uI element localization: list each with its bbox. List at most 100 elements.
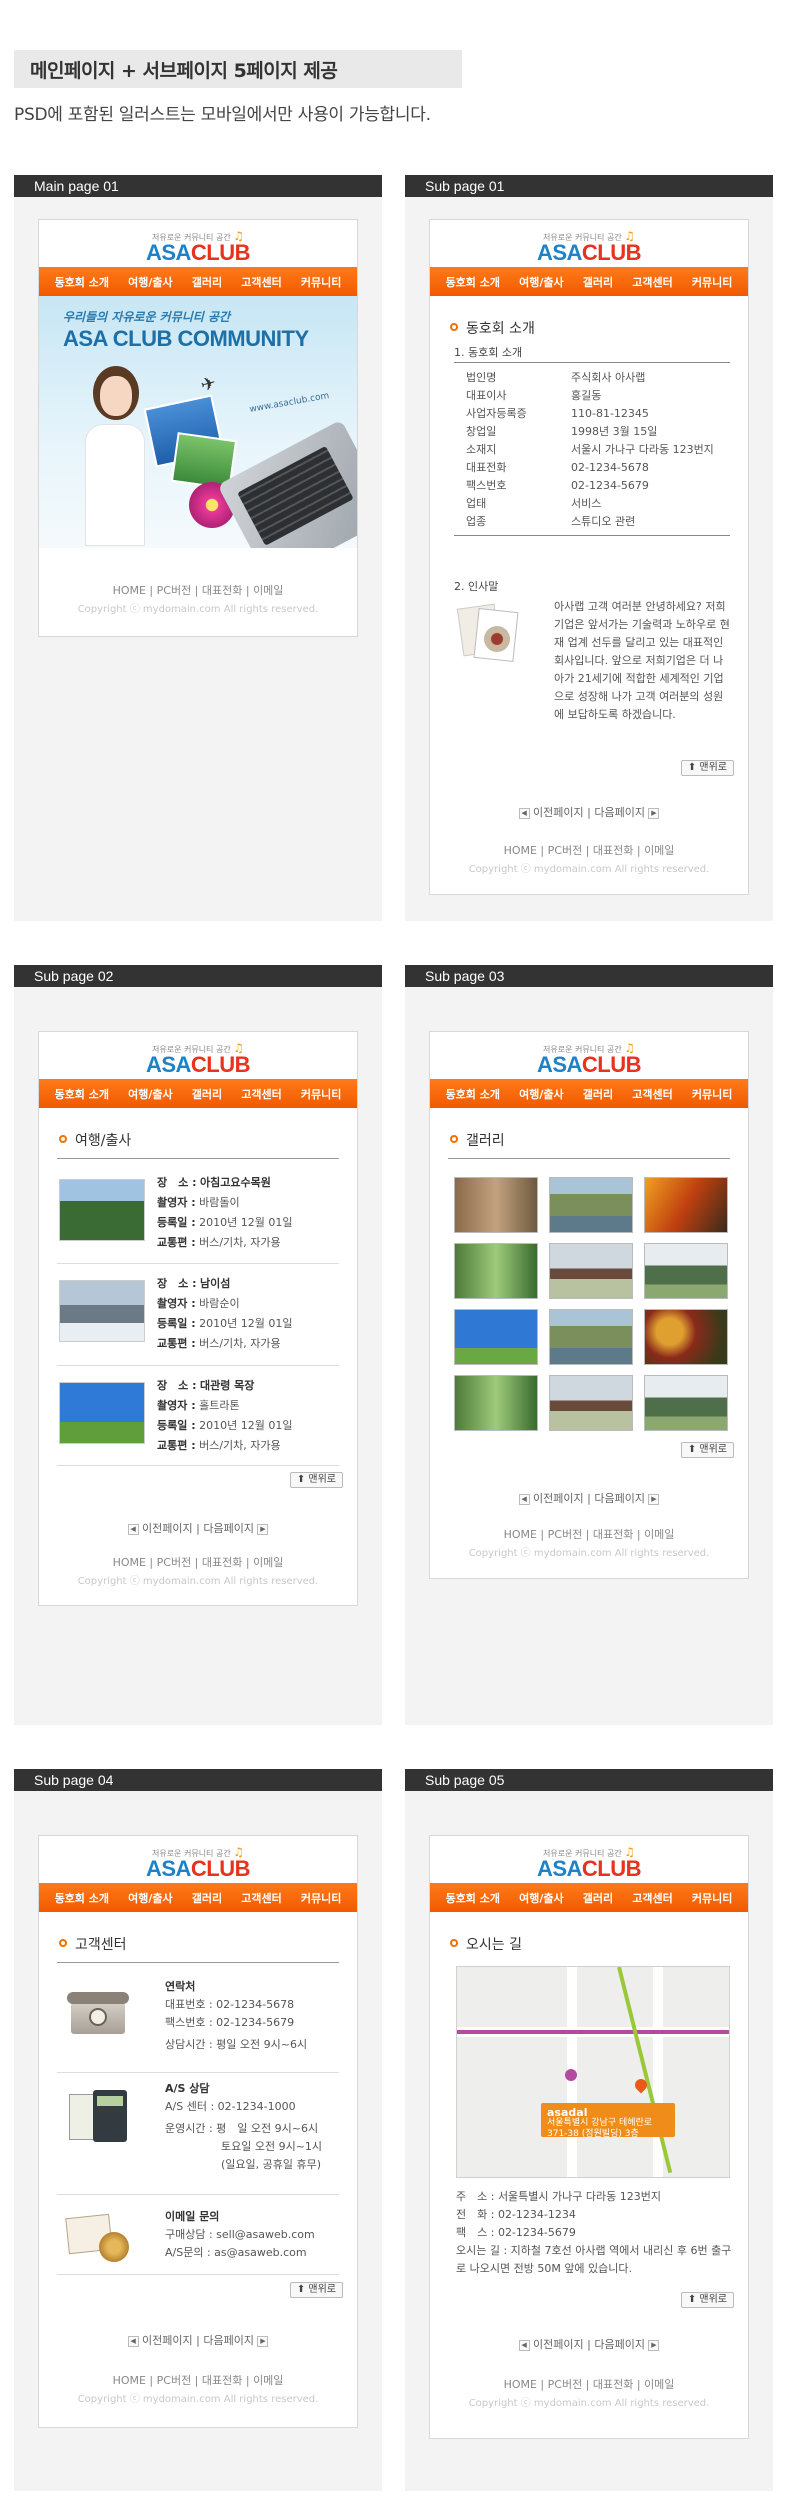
travel-photo[interactable]	[59, 1382, 145, 1444]
gallery-thumb[interactable]	[454, 1309, 538, 1365]
nav-item-support[interactable]: 고객센터	[241, 1890, 281, 1906]
prev-page-link[interactable]: 이전페이지	[533, 1492, 584, 1505]
nav-item-club-intro[interactable]: 동호회 소개	[55, 1086, 109, 1102]
nav-item-travel[interactable]: 여행/출사	[519, 274, 564, 290]
nav-item-community[interactable]: 커뮤니티	[692, 1890, 732, 1906]
gallery-thumb[interactable]	[549, 1243, 633, 1299]
list-item[interactable]: 장 소 : 대관령 목장 촬영자 : 홀트라톤 등록일 : 2010년 12월 …	[157, 1376, 292, 1456]
logo[interactable]: ASACLUB	[430, 240, 748, 266]
next-page-link[interactable]: 다음페이지	[594, 806, 645, 819]
prev-arrow-icon[interactable]: ◀	[518, 2339, 530, 2351]
nav-item-support[interactable]: 고객센터	[632, 274, 672, 290]
gallery-thumb[interactable]	[549, 1375, 633, 1431]
nav-item-support[interactable]: 고객센터	[632, 1890, 672, 1906]
nav-item-club-intro[interactable]: 동호회 소개	[446, 274, 500, 290]
nav-item-club-intro[interactable]: 동호회 소개	[55, 274, 109, 290]
gallery-thumb[interactable]	[549, 1177, 633, 1233]
prev-arrow-icon[interactable]: ◀	[518, 1493, 530, 1505]
nav-item-gallery[interactable]: 갤러리	[583, 274, 613, 290]
nav-item-gallery[interactable]: 갤러리	[192, 274, 222, 290]
nav-item-community[interactable]: 커뮤니티	[692, 274, 732, 290]
nav-item-club-intro[interactable]: 동호회 소개	[55, 1890, 109, 1906]
nav-item-club-intro[interactable]: 동호회 소개	[446, 1086, 500, 1102]
prev-page-link[interactable]: 이전페이지	[142, 2334, 193, 2347]
logo[interactable]: ASACLUB	[430, 1856, 748, 1882]
page-title: 메인페이지 + 서브페이지 5페이지 제공	[30, 60, 338, 82]
travel-photo[interactable]	[59, 1280, 145, 1342]
prev-arrow-icon[interactable]: ◀	[127, 1523, 139, 1535]
footer-links[interactable]: HOME | PC버전 | 대표전화 | 이메일	[430, 842, 748, 858]
email-title: 이메일 문의	[165, 2210, 220, 2223]
divider	[57, 1465, 339, 1466]
nav-item-gallery[interactable]: 갤러리	[583, 1890, 613, 1906]
gallery-thumb[interactable]	[644, 1177, 728, 1233]
logo[interactable]: ASACLUB	[430, 1052, 748, 1078]
next-page-link[interactable]: 다음페이지	[203, 2334, 254, 2347]
as-email[interactable]: A/S문의 : as@asaweb.com	[165, 2244, 315, 2262]
location-map[interactable]: asadal 서울특별시 강남구 테헤란로 371-38 (정원빌딩) 3층	[456, 1966, 730, 2178]
gallery-thumb[interactable]	[454, 1243, 538, 1299]
gallery-thumb[interactable]	[644, 1243, 728, 1299]
gallery-thumb[interactable]	[644, 1375, 728, 1431]
main-nav: 동호회 소개 여행/출사 갤러리 고객센터 커뮤니티	[39, 1883, 357, 1912]
gallery-thumb[interactable]	[644, 1309, 728, 1365]
prev-page-link[interactable]: 이전페이지	[533, 2338, 584, 2351]
nav-item-gallery[interactable]: 갤러리	[192, 1086, 222, 1102]
logo[interactable]: ASACLUB	[39, 1052, 357, 1078]
footer-copyright: Copyright ⓒ mydomain.com All rights rese…	[77, 604, 319, 615]
laptop-illustration	[217, 419, 357, 548]
gallery-thumb[interactable]	[549, 1309, 633, 1365]
next-page-link[interactable]: 다음페이지	[203, 1522, 254, 1535]
footer-links[interactable]: HOME | PC버전 | 대표전화 | 이메일	[430, 2376, 748, 2392]
gallery-thumb[interactable]	[454, 1375, 538, 1431]
nav-item-community[interactable]: 커뮤니티	[301, 1086, 341, 1102]
prev-arrow-icon[interactable]: ◀	[518, 807, 530, 819]
next-page-link[interactable]: 다음페이지	[594, 2338, 645, 2351]
prev-page-link[interactable]: 이전페이지	[533, 806, 584, 819]
main-banner[interactable]: 우리들의 자유로운 커뮤니티 공간 ASA CLUB COMMUNITY www…	[39, 296, 357, 548]
next-arrow-icon[interactable]: ▶	[648, 807, 660, 819]
sales-email[interactable]: 구매상담 : sell@asaweb.com	[165, 2226, 315, 2244]
prev-page-link[interactable]: 이전페이지	[142, 1522, 193, 1535]
footer-links[interactable]: HOME | PC버전 | 대표전화 | 이메일	[430, 1526, 748, 1542]
nav-item-travel[interactable]: 여행/출사	[128, 274, 173, 290]
nav-item-gallery[interactable]: 갤러리	[192, 1890, 222, 1906]
nav-item-community[interactable]: 커뮤니티	[692, 1086, 732, 1102]
prev-arrow-icon[interactable]: ◀	[127, 2335, 139, 2347]
nav-item-travel[interactable]: 여행/출사	[519, 1086, 564, 1102]
footer-links[interactable]: HOME | PC버전 | 대표전화 | 이메일	[39, 2372, 357, 2388]
phone-sub01: 저유로운 커뮤니티 공간 ♫ ASACLUB 동호회 소개 여행/출사 갤러리 …	[429, 219, 749, 895]
nav-item-travel[interactable]: 여행/출사	[519, 1890, 564, 1906]
to-top-button[interactable]: ⬆ 맨위로	[289, 2282, 343, 2298]
next-arrow-icon[interactable]: ▶	[257, 1523, 269, 1535]
divider	[57, 1962, 339, 1963]
to-top-button[interactable]: ⬆ 맨위로	[289, 1472, 343, 1488]
section-title: 여행/출사	[59, 1130, 131, 1150]
footer-links[interactable]: HOME | PC버전 | 대표전화 | 이메일	[39, 582, 357, 598]
list-item[interactable]: 장 소 : 남이섬 촬영자 : 바람순이 등록일 : 2010년 12월 01일…	[157, 1274, 292, 1354]
gallery-thumb[interactable]	[454, 1177, 538, 1233]
phone-sub02: 저유로운 커뮤니티 공간 ♫ ASACLUB 동호회 소개 여행/출사 갤러리 …	[38, 1031, 358, 1606]
nav-item-support[interactable]: 고객센터	[241, 1086, 281, 1102]
to-top-button[interactable]: ⬆ 맨위로	[680, 760, 734, 776]
nav-item-community[interactable]: 커뮤니티	[301, 274, 341, 290]
next-arrow-icon[interactable]: ▶	[648, 2339, 660, 2351]
logo[interactable]: ASACLUB	[39, 240, 357, 266]
next-page-link[interactable]: 다음페이지	[594, 1492, 645, 1505]
nav-item-club-intro[interactable]: 동호회 소개	[446, 1890, 500, 1906]
next-arrow-icon[interactable]: ▶	[648, 1493, 660, 1505]
footer-links[interactable]: HOME | PC버전 | 대표전화 | 이메일	[39, 1554, 357, 1570]
nav-item-travel[interactable]: 여행/출사	[128, 1086, 173, 1102]
nav-item-support[interactable]: 고객센터	[241, 274, 281, 290]
nav-item-travel[interactable]: 여행/출사	[128, 1890, 173, 1906]
to-top-button[interactable]: ⬆ 맨위로	[680, 2292, 734, 2308]
logo[interactable]: ASACLUB	[39, 1856, 357, 1882]
travel-photo[interactable]	[59, 1179, 145, 1241]
next-arrow-icon[interactable]: ▶	[257, 2335, 269, 2347]
to-top-button[interactable]: ⬆ 맨위로	[680, 1442, 734, 1458]
nav-item-community[interactable]: 커뮤니티	[301, 1890, 341, 1906]
nav-item-support[interactable]: 고객센터	[632, 1086, 672, 1102]
divider	[57, 2194, 339, 2195]
nav-item-gallery[interactable]: 갤러리	[583, 1086, 613, 1102]
list-item[interactable]: 장 소 : 아침고요수목원 촬영자 : 바람돌이 등록일 : 2010년 12월…	[157, 1173, 292, 1253]
